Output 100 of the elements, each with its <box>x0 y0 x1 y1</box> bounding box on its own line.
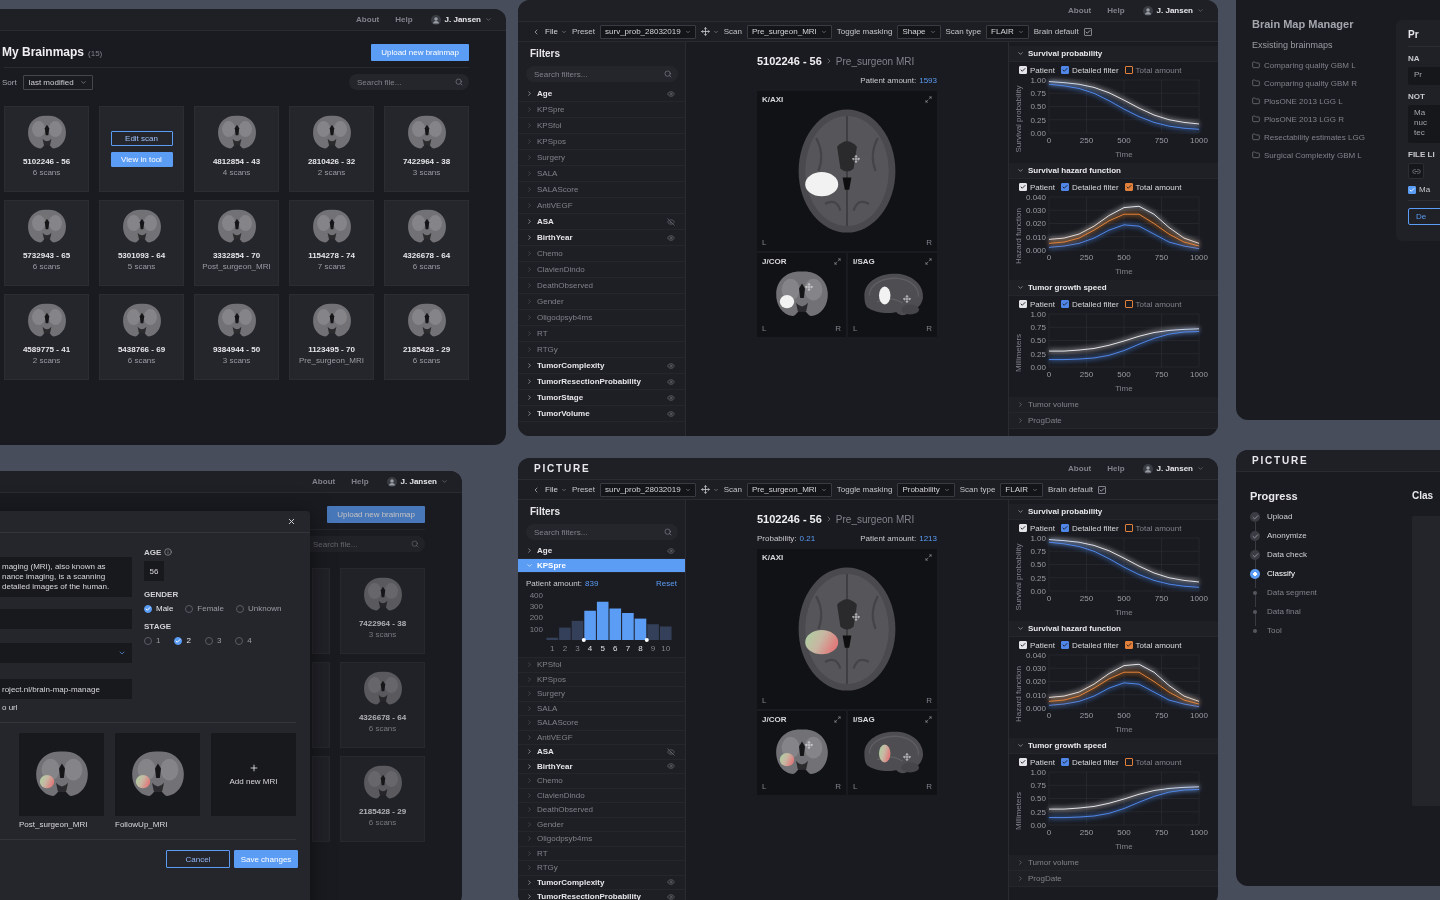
filter-item[interactable]: ClavienDindo <box>518 788 685 803</box>
scan-card[interactable]: 1123495 - 70 Pre_surgeon_MRI <box>289 294 374 380</box>
filter-item[interactable]: Oligodpsyb4ms <box>518 832 685 847</box>
file-menu[interactable]: File <box>545 485 567 494</box>
scan-card[interactable]: Edit scan View in tool <box>99 106 184 192</box>
nav-link[interactable]: Help <box>395 15 413 24</box>
scan-card[interactable]: 5732943 - 65 6 scans <box>4 200 89 286</box>
folder-item[interactable]: Resectability estimates LGG <box>1252 128 1396 146</box>
step-label[interactable]: Anonymize <box>1267 531 1307 550</box>
scan-select[interactable]: Pre_surgeon_MRI <box>746 24 832 39</box>
folder-item[interactable]: Comparing quality GBM R <box>1252 74 1396 92</box>
section-toggle[interactable]: ProgDate <box>1009 413 1218 429</box>
expand-icon[interactable] <box>834 257 841 265</box>
scan-type-select[interactable]: FLAIR <box>1000 482 1043 497</box>
scan-view[interactable]: K/AXI L R <box>757 91 937 251</box>
expand-icon[interactable] <box>925 257 932 265</box>
filter-item[interactable]: AntiVEGF <box>518 198 685 214</box>
masking-select[interactable]: Shape <box>897 24 941 39</box>
url-link[interactable]: o url <box>0 703 132 712</box>
filter-item[interactable]: Gender <box>518 294 685 310</box>
scan-select[interactable]: Pre_surgeon_MRI <box>746 482 832 497</box>
filter-item[interactable]: TumorComplexity <box>518 875 685 890</box>
filter-item[interactable]: Gender <box>518 817 685 832</box>
checkbox[interactable] <box>1060 641 1069 649</box>
checkbox[interactable] <box>1060 66 1069 74</box>
close-icon[interactable] <box>287 517 296 526</box>
age-field[interactable]: 56 <box>144 561 164 581</box>
range-handle[interactable] <box>644 638 649 642</box>
filter-item[interactable]: TumorResectionProbability <box>518 890 685 900</box>
folder-item[interactable]: PlosONE 2013 LGG R <box>1252 110 1396 128</box>
step-label[interactable]: Data segment <box>1267 588 1317 607</box>
scan-view[interactable]: K/AXI L R <box>757 549 937 709</box>
scan-card[interactable]: 4326678 - 64 6 scans <box>384 200 469 286</box>
checkbox[interactable] <box>1124 524 1133 532</box>
scan-view[interactable]: J/COR L R <box>757 711 846 795</box>
mri-tile[interactable] <box>19 733 104 816</box>
scan-card[interactable]: 3332854 - 70 Post_surgeon_MRI <box>194 200 279 286</box>
checkbox[interactable] <box>1060 524 1069 532</box>
folder-item[interactable]: Surgical Complexity GBM L <box>1252 146 1396 164</box>
scan-card[interactable]: 2185428 - 29 6 scans <box>340 756 425 842</box>
scan-card[interactable]: 4589775 - 41 2 scans <box>4 294 89 380</box>
scan-view[interactable]: J/COR L R <box>757 253 846 337</box>
section-toggle[interactable]: Survival probability <box>1009 46 1218 62</box>
filter-search-field[interactable]: Search filters... <box>526 524 678 540</box>
filter-item[interactable]: ClavienDindo <box>518 262 685 278</box>
nav-link[interactable]: About <box>312 477 336 486</box>
back-icon[interactable] <box>532 27 540 36</box>
filter-item[interactable]: SALA <box>518 701 685 716</box>
nav-link[interactable]: Help <box>1107 464 1125 473</box>
scan-card[interactable]: 2185428 - 29 6 scans <box>384 294 469 380</box>
filter-item[interactable]: TumorStage <box>518 390 685 406</box>
masking-select[interactable]: Probability <box>897 482 955 497</box>
scan-card[interactable]: 7422964 - 38 3 scans <box>340 568 425 654</box>
scan-type-select[interactable]: FLAIR <box>986 24 1029 39</box>
preset-select[interactable]: surv_prob_28032019 <box>600 482 696 497</box>
filter-item[interactable]: KPSfol <box>518 118 685 134</box>
link-button[interactable] <box>1408 163 1424 179</box>
scan-card[interactable]: 7422964 - 38 3 scans <box>384 106 469 192</box>
expand-icon[interactable] <box>925 715 932 723</box>
nav-link[interactable]: Help <box>351 477 369 486</box>
step-label[interactable]: Classify <box>1267 569 1295 588</box>
filter-item[interactable]: Surgery <box>518 150 685 166</box>
filter-item[interactable]: TumorVolume <box>518 406 685 422</box>
description-field[interactable]: maging (MRI), also known as nance imaging, is a scanning detailed images of the human. <box>0 557 132 597</box>
dropdown-field[interactable] <box>0 643 132 663</box>
nav-link[interactable]: About <box>356 15 380 24</box>
filter-item[interactable]: KPSpos <box>518 134 685 150</box>
scan-card[interactable]: 4812854 - 43 4 scans <box>194 106 279 192</box>
step-label[interactable]: Data check <box>1267 550 1308 569</box>
filter-item[interactable]: Chemo <box>518 774 685 789</box>
checkbox[interactable] <box>1124 641 1133 649</box>
filter-item[interactable]: RT <box>518 846 685 861</box>
filter-item[interactable]: RTGy <box>518 861 685 876</box>
filter-item[interactable]: KPSfol <box>518 658 685 673</box>
folder-item[interactable]: Comparing quality GBM L <box>1252 56 1396 74</box>
filter-item[interactable]: SALAScore <box>518 182 685 198</box>
checkbox[interactable] <box>1124 300 1133 308</box>
filter-item[interactable]: AntiVEGF <box>518 730 685 745</box>
scan-view[interactable]: I/SAG L R <box>848 253 937 337</box>
folder-item[interactable]: PlosONE 2013 LGG L <box>1252 92 1396 110</box>
nav-link[interactable]: Help <box>1107 6 1125 15</box>
filter-item[interactable]: KPSpre <box>518 102 685 118</box>
filter-search-field[interactable]: Search filters... <box>526 66 678 82</box>
filter-item[interactable]: Age <box>518 86 685 102</box>
nav-link[interactable]: About <box>1068 6 1092 15</box>
filter-item[interactable]: BirthYear <box>518 230 685 246</box>
file-menu[interactable]: File <box>545 27 567 36</box>
user-menu[interactable]: J. Jansen <box>430 14 492 25</box>
nav-link[interactable]: About <box>1068 464 1092 473</box>
radio-button[interactable] <box>174 636 183 645</box>
section-toggle[interactable]: Survival hazard function <box>1009 163 1218 179</box>
step-label[interactable]: Upload <box>1267 512 1293 531</box>
eye-off-icon[interactable] <box>667 747 675 756</box>
checkbox[interactable] <box>1060 300 1069 308</box>
step-label[interactable]: Data final <box>1267 607 1301 626</box>
checkbox[interactable] <box>1124 66 1133 74</box>
preset-select[interactable]: surv_prob_28032019 <box>600 24 696 39</box>
reset-link[interactable]: Reset <box>656 578 677 588</box>
checkbox[interactable] <box>1124 183 1133 191</box>
scan-card[interactable]: 5301093 - 64 5 scans <box>99 200 184 286</box>
